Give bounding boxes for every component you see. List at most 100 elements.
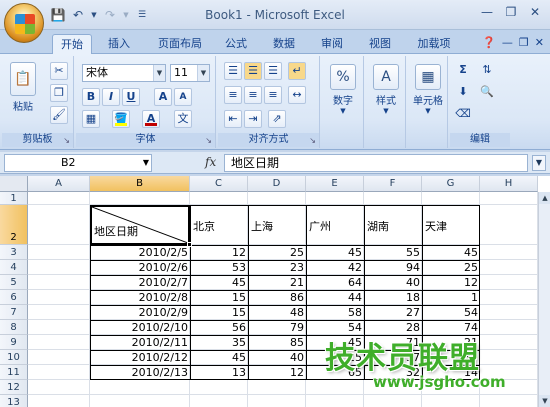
row-header-5[interactable]: 5 bbox=[0, 275, 28, 290]
cells-button[interactable]: ▦ 单元格 ▼ bbox=[410, 64, 446, 115]
shrink-font-button[interactable]: A bbox=[174, 88, 192, 106]
row-header-7[interactable]: 7 bbox=[0, 305, 28, 320]
merge-center-icon[interactable]: ↔ bbox=[288, 86, 306, 104]
wrap-text-icon[interactable]: ↵ bbox=[288, 62, 306, 80]
bold-button[interactable]: B bbox=[82, 88, 100, 106]
align-top-icon[interactable]: ☰ bbox=[224, 62, 242, 80]
column-header-d[interactable]: D bbox=[248, 176, 306, 192]
value-cell[interactable]: 42 bbox=[306, 262, 364, 274]
tab-add-ins[interactable]: 加载项 bbox=[410, 34, 458, 54]
value-cell[interactable]: 86 bbox=[248, 292, 306, 304]
value-cell[interactable]: 14 bbox=[422, 367, 480, 379]
column-header-g[interactable]: G bbox=[422, 176, 480, 192]
styles-button[interactable]: A 样式 ▼ bbox=[370, 64, 402, 115]
row-header-3[interactable]: 3 bbox=[0, 245, 28, 260]
value-cell[interactable]: 94 bbox=[364, 262, 422, 274]
help-icon[interactable]: ❓ bbox=[482, 36, 496, 49]
select-all-corner[interactable] bbox=[0, 176, 28, 192]
value-cell[interactable]: 45 bbox=[190, 277, 248, 289]
align-center-icon[interactable]: ≡ bbox=[244, 86, 262, 104]
value-cell[interactable]: 45 bbox=[306, 337, 364, 349]
value-cell[interactable]: 45 bbox=[422, 247, 480, 259]
value-cell[interactable]: 1 bbox=[422, 292, 480, 304]
increase-indent-icon[interactable]: ⇥ bbox=[244, 110, 262, 128]
sort-filter-icon[interactable]: ⇅ bbox=[478, 62, 496, 80]
tab-view[interactable]: 视图 bbox=[362, 34, 398, 54]
column-header-a[interactable]: A bbox=[28, 176, 90, 192]
column-header-f[interactable]: F bbox=[364, 176, 422, 192]
tab-data[interactable]: 数据 bbox=[266, 34, 302, 54]
value-cell[interactable]: 40 bbox=[248, 352, 306, 364]
font-name-combo[interactable]: 宋体 ▼ bbox=[82, 64, 166, 82]
value-cell[interactable]: 71 bbox=[364, 337, 422, 349]
row-header-2[interactable]: 2 bbox=[0, 205, 28, 245]
date-cell[interactable]: 2010/2/13 bbox=[90, 367, 190, 379]
close-icon[interactable]: ✕ bbox=[535, 36, 544, 49]
value-cell[interactable]: 12 bbox=[422, 277, 480, 289]
value-cell[interactable]: 58 bbox=[306, 307, 364, 319]
format-painter-icon[interactable]: 🖌 bbox=[50, 106, 68, 124]
value-cell[interactable]: 35 bbox=[190, 337, 248, 349]
value-cell[interactable]: 85 bbox=[248, 337, 306, 349]
value-cell[interactable]: 18 bbox=[364, 292, 422, 304]
align-right-icon[interactable]: ≡ bbox=[264, 86, 282, 104]
phonetic-button[interactable]: 文 bbox=[174, 110, 192, 128]
selected-cell-b2[interactable] bbox=[90, 205, 192, 247]
value-cell[interactable]: 25 bbox=[248, 247, 306, 259]
font-color-icon[interactable]: A bbox=[142, 110, 160, 128]
value-cell[interactable]: 39 bbox=[422, 352, 480, 364]
value-cell[interactable]: 45 bbox=[190, 352, 248, 364]
value-cell[interactable]: 54 bbox=[422, 307, 480, 319]
value-cell[interactable]: 55 bbox=[364, 247, 422, 259]
insert-function-button[interactable]: fx bbox=[205, 155, 216, 169]
value-cell[interactable]: 57 bbox=[364, 352, 422, 364]
fill-color-icon[interactable]: 🪣 bbox=[112, 110, 130, 128]
tab-page-layout[interactable]: 页面布局 bbox=[150, 34, 210, 54]
row-header-1[interactable]: 1 bbox=[0, 192, 28, 205]
date-cell[interactable]: 2010/2/11 bbox=[90, 337, 190, 349]
value-cell[interactable]: 56 bbox=[190, 322, 248, 334]
expand-formula-bar-icon[interactable]: ▼ bbox=[532, 155, 546, 171]
scroll-down-icon[interactable]: ▼ bbox=[539, 395, 550, 407]
row-header-13[interactable]: 13 bbox=[0, 395, 28, 407]
restore-icon[interactable]: ❐ bbox=[500, 3, 522, 21]
restore-icon[interactable]: ❐ bbox=[519, 36, 529, 49]
value-cell[interactable]: 15 bbox=[190, 307, 248, 319]
align-middle-icon[interactable]: ☰ bbox=[244, 62, 262, 80]
tab-insert[interactable]: 插入 bbox=[100, 34, 138, 54]
date-cell[interactable]: 2010/2/8 bbox=[90, 292, 190, 304]
autosum-button[interactable]: Σ bbox=[454, 62, 472, 80]
row-header-11[interactable]: 11 bbox=[0, 365, 28, 380]
launcher-icon[interactable]: ↘ bbox=[205, 136, 212, 145]
row-header-12[interactable]: 12 bbox=[0, 380, 28, 395]
row-header-8[interactable]: 8 bbox=[0, 320, 28, 335]
value-cell[interactable]: 44 bbox=[306, 292, 364, 304]
date-cell[interactable]: 2010/2/6 bbox=[90, 262, 190, 274]
tab-home[interactable]: 开始 bbox=[52, 34, 92, 55]
value-cell[interactable]: 53 bbox=[190, 262, 248, 274]
region-header[interactable]: 北京 bbox=[191, 221, 217, 233]
paste-button[interactable]: 📋 粘贴 bbox=[6, 62, 40, 113]
value-cell[interactable]: 28 bbox=[364, 322, 422, 334]
italic-button[interactable]: I bbox=[102, 88, 120, 106]
column-header-h[interactable]: H bbox=[480, 176, 538, 192]
row-header-9[interactable]: 9 bbox=[0, 335, 28, 350]
value-cell[interactable]: 12 bbox=[190, 247, 248, 259]
value-cell[interactable]: 13 bbox=[190, 367, 248, 379]
align-left-icon[interactable]: ≡ bbox=[224, 86, 242, 104]
value-cell[interactable]: 48 bbox=[248, 307, 306, 319]
vertical-scrollbar[interactable]: ▲ ▼ bbox=[538, 192, 550, 407]
copy-icon[interactable]: ❐ bbox=[50, 84, 68, 102]
date-cell[interactable]: 2010/2/7 bbox=[90, 277, 190, 289]
date-cell[interactable]: 2010/2/10 bbox=[90, 322, 190, 334]
tab-formulas[interactable]: 公式 bbox=[218, 34, 254, 54]
value-cell[interactable]: 64 bbox=[306, 277, 364, 289]
column-header-b[interactable]: B bbox=[90, 176, 190, 192]
region-header[interactable]: 上海 bbox=[249, 221, 275, 233]
minimize-icon[interactable]: — bbox=[502, 36, 513, 49]
value-cell[interactable]: 79 bbox=[248, 322, 306, 334]
cut-icon[interactable]: ✂ bbox=[50, 62, 68, 80]
value-cell[interactable]: 25 bbox=[422, 262, 480, 274]
value-cell[interactable]: 74 bbox=[422, 322, 480, 334]
scroll-up-icon[interactable]: ▲ bbox=[539, 192, 550, 204]
